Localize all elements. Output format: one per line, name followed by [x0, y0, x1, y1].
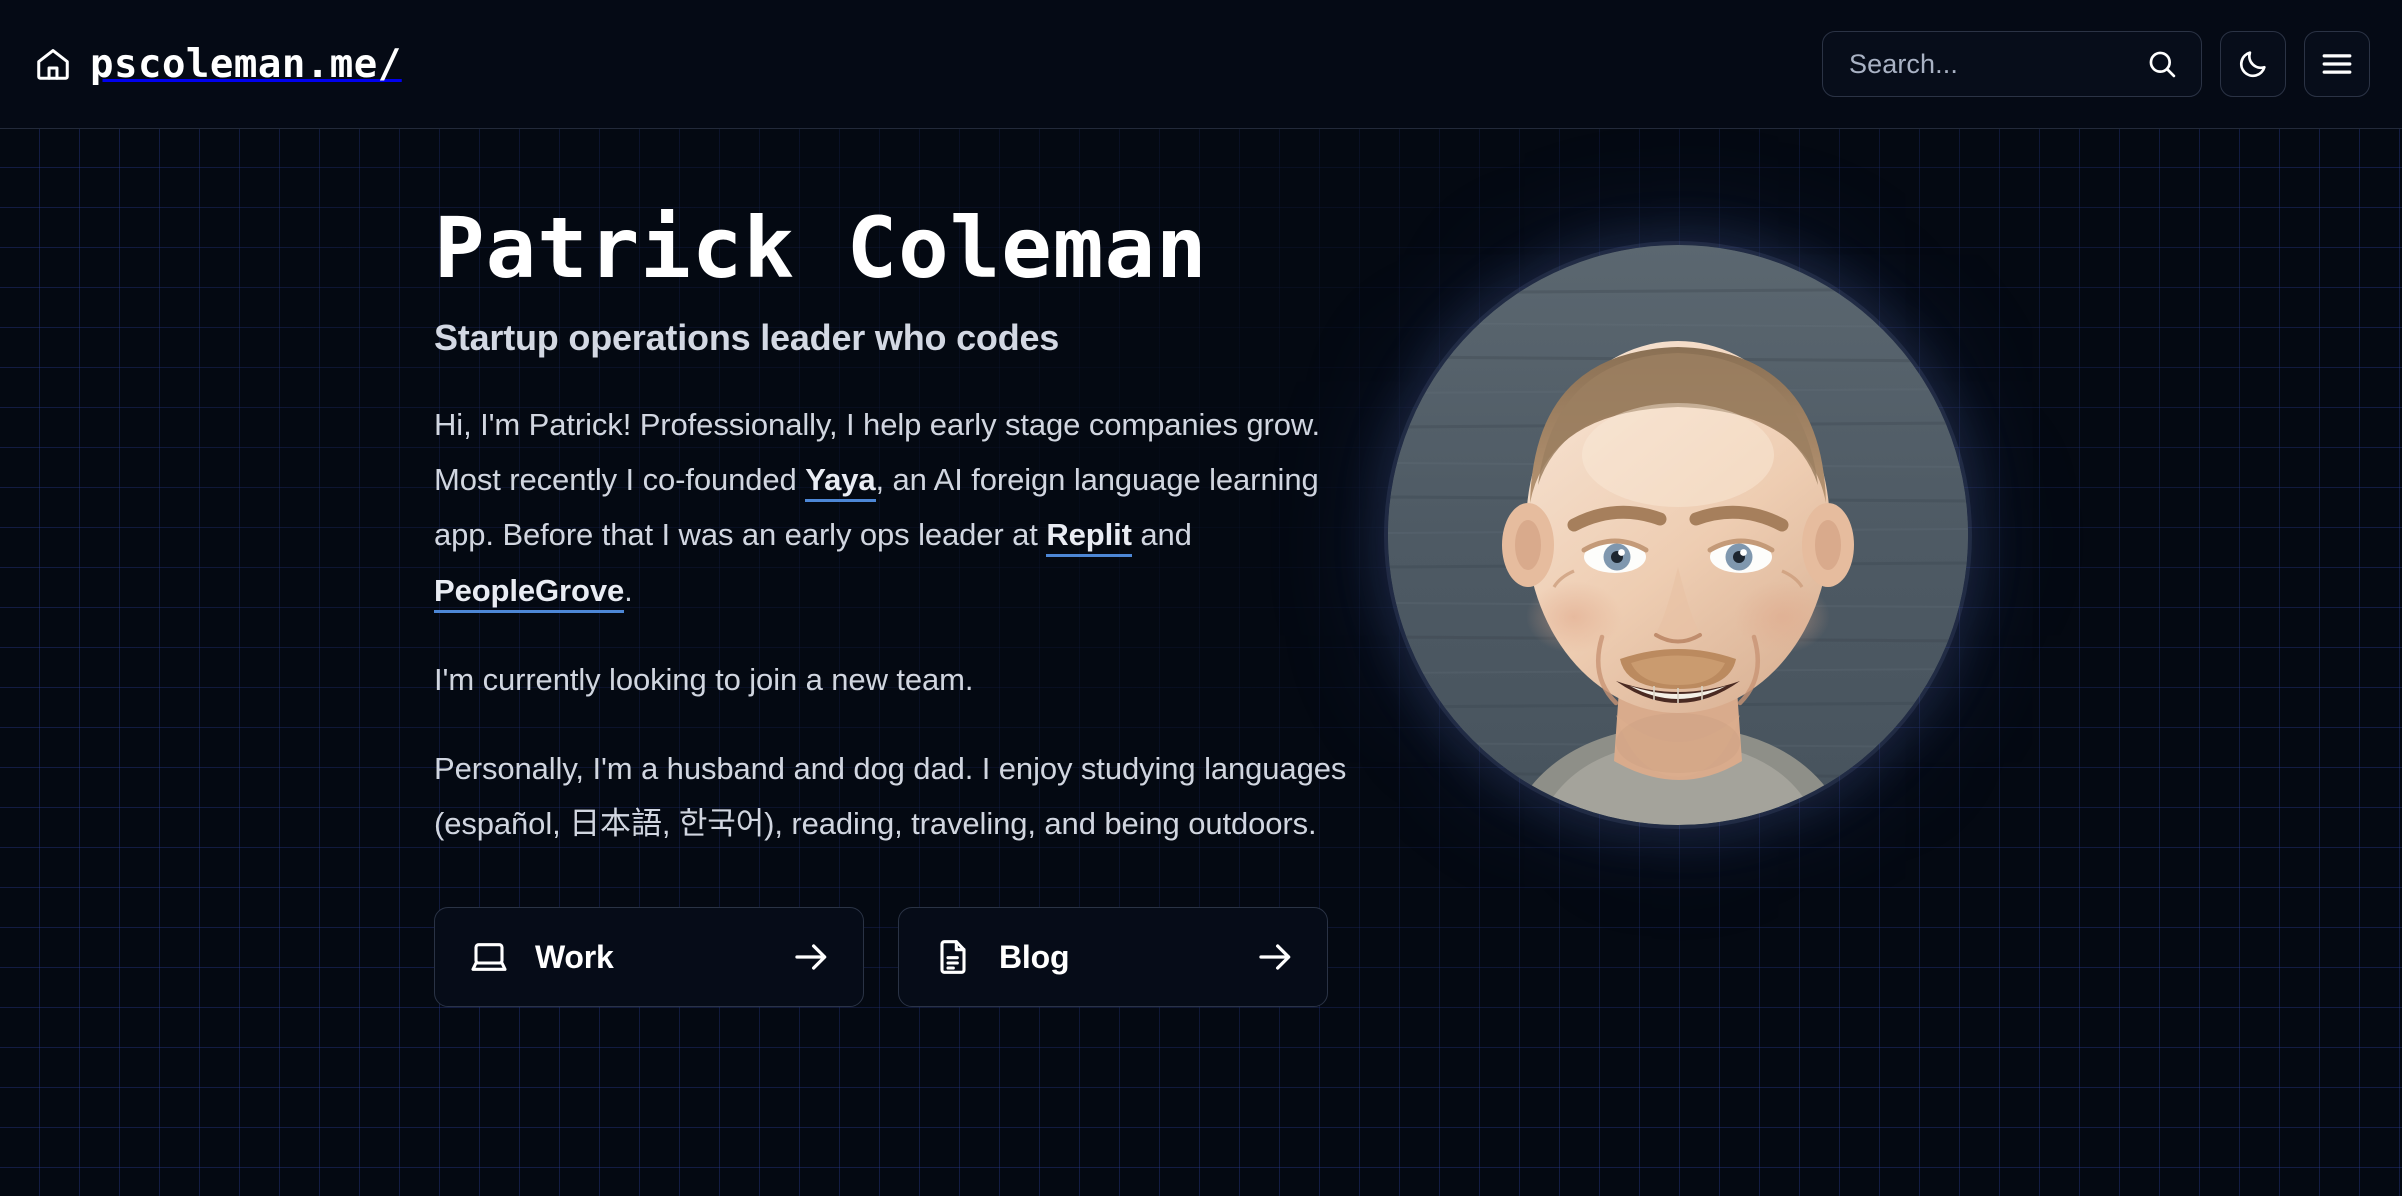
hero-section: Patrick Coleman Startup operations leade… — [434, 199, 1354, 1008]
blog-button-label: Blog — [999, 938, 1070, 975]
avatar — [1388, 245, 1968, 825]
bio-paragraph-1: Hi, I'm Patrick! Professionally, I help … — [434, 397, 1354, 618]
work-button-label: Work — [535, 938, 614, 975]
hamburger-menu-button[interactable] — [2304, 31, 2370, 97]
laptop-icon — [469, 937, 509, 977]
blog-button[interactable]: Blog — [898, 907, 1328, 1008]
hero-tagline: Startup operations leader who codes — [434, 317, 1060, 359]
site-brand-link[interactable]: pscoleman.me/ — [34, 34, 402, 94]
header-controls: Search... — [1822, 31, 2370, 97]
main-content: Patrick Coleman Startup operations leade… — [0, 129, 2402, 1196]
moon-icon — [2236, 47, 2270, 81]
link-yaya[interactable]: Yaya — [805, 462, 876, 503]
link-peoplegrove[interactable]: PeopleGrove — [434, 572, 624, 613]
avatar-photo — [1388, 245, 1968, 825]
search-icon[interactable] — [2145, 47, 2179, 81]
work-button[interactable]: Work — [434, 907, 864, 1008]
bio-paragraph-3: Personally, I'm a husband and dog dad. I… — [434, 750, 1347, 842]
page-title: Patrick Coleman — [434, 199, 1208, 297]
bio-paragraph-2: I'm currently looking to join a new team… — [434, 661, 974, 697]
home-icon — [34, 45, 72, 83]
cta-button-row: Work Blog — [434, 907, 1354, 1008]
search-input[interactable]: Search... — [1822, 31, 2202, 97]
link-replit[interactable]: Replit — [1046, 517, 1132, 558]
search-placeholder: Search... — [1849, 48, 1958, 79]
site-header: pscoleman.me/ Search... — [0, 0, 2402, 129]
brand-label: pscoleman.me/ — [90, 41, 402, 87]
arrow-right-icon — [791, 937, 831, 977]
bio-text-c: and — [1131, 517, 1192, 553]
hamburger-menu-icon — [2319, 46, 2355, 82]
file-text-icon — [933, 937, 973, 977]
arrow-right-icon — [1255, 937, 1295, 977]
theme-toggle-button[interactable] — [2220, 31, 2286, 97]
bio-text-d: . — [624, 572, 633, 608]
